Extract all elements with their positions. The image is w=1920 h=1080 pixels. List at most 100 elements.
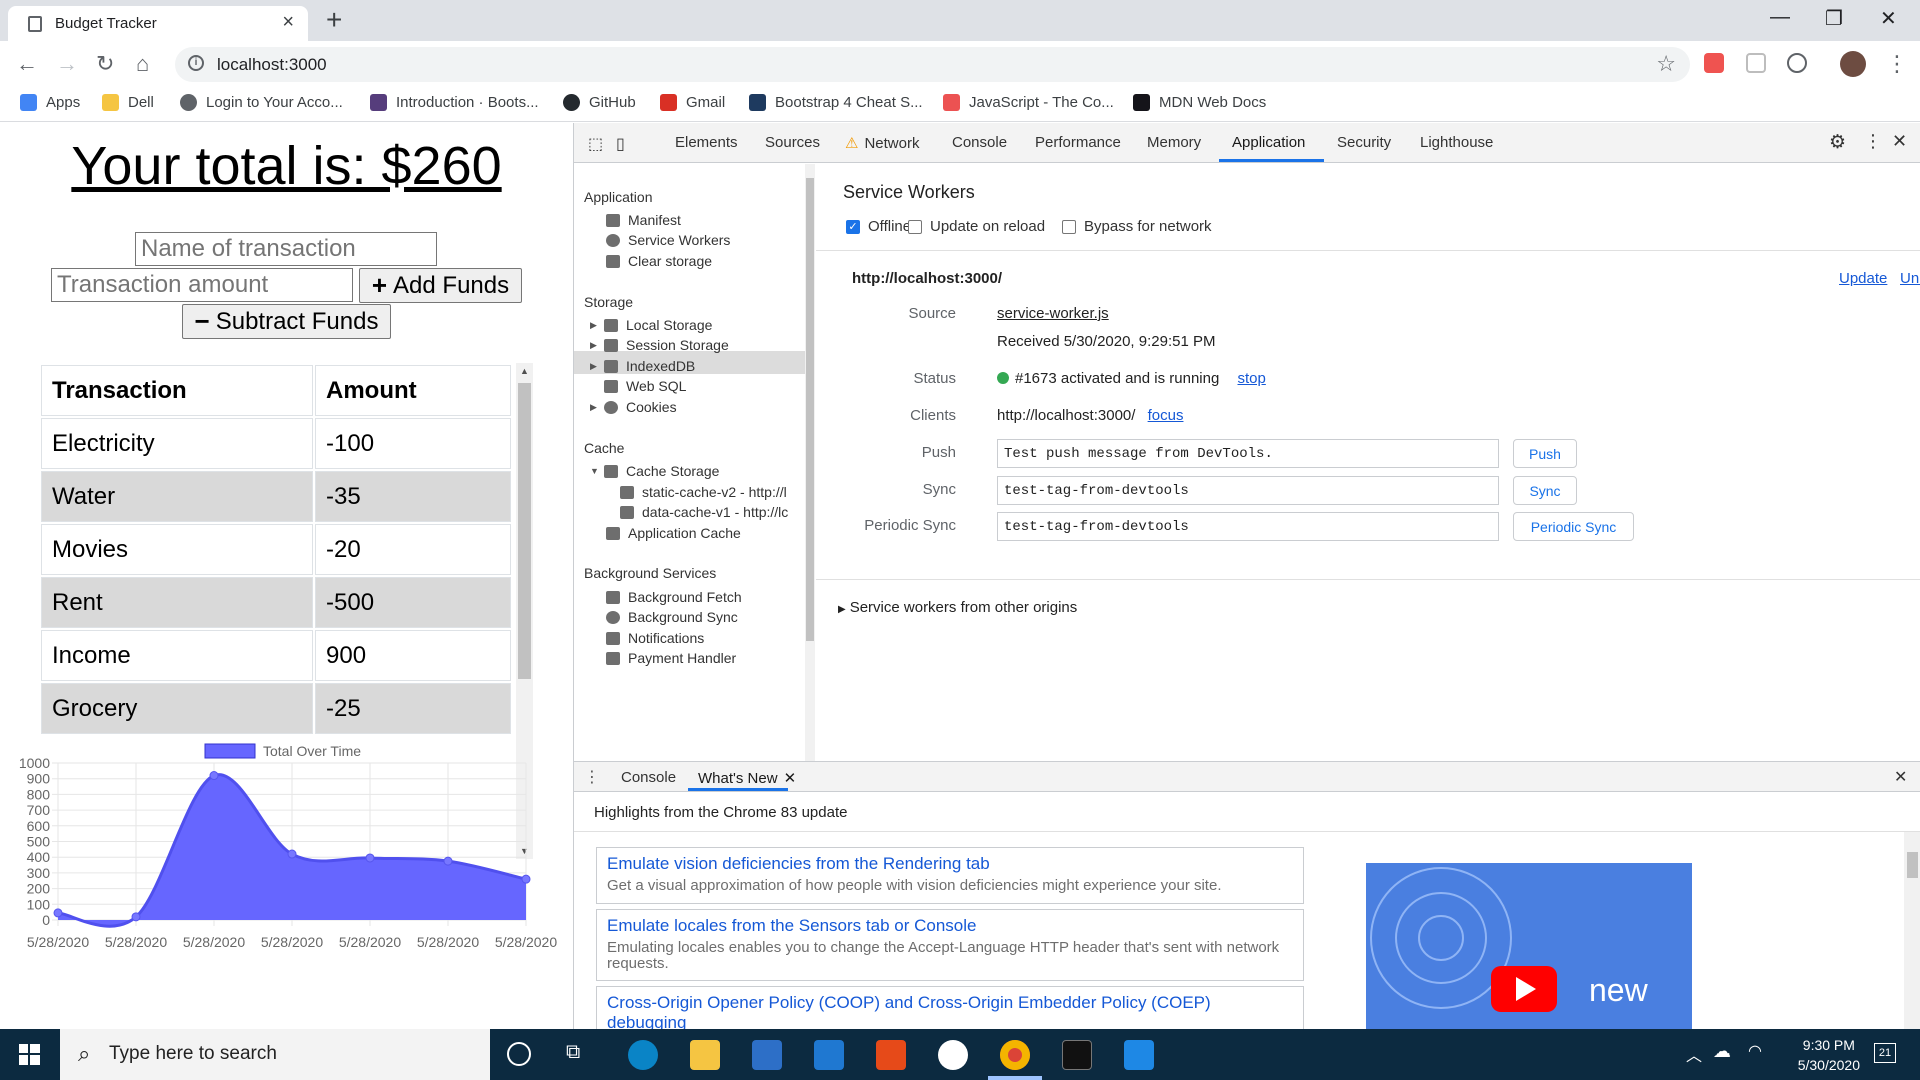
bookmark-javascript[interactable]: JavaScript - The Co... [943, 94, 1114, 111]
bookmark-login[interactable]: Login to Your Acco... [180, 94, 343, 111]
expand-arrow-icon[interactable]: ▶ [590, 402, 598, 413]
devtools-settings-gear-icon[interactable]: ⚙ [1829, 131, 1846, 154]
bookmark-apps[interactable]: Apps [20, 94, 80, 111]
edge-icon[interactable] [628, 1040, 658, 1070]
onedrive-cloud-icon[interactable]: ☁ [1713, 1041, 1731, 1062]
transaction-name-input[interactable] [135, 232, 437, 266]
collapse-arrow-icon[interactable]: ▼ [590, 466, 599, 476]
drawer-tab-whats-new[interactable]: What's New ✕ [698, 769, 796, 787]
whats-new-card[interactable]: Emulate locales from the Sensors tab or … [596, 909, 1304, 981]
close-tab-icon[interactable]: × [282, 11, 294, 34]
device-toolbar-icon[interactable]: ▯ [616, 134, 625, 154]
tab-sources[interactable]: Sources [765, 134, 820, 151]
tab-performance[interactable]: Performance [1035, 134, 1121, 151]
reload-icon[interactable]: ↻ [96, 51, 114, 77]
forward-icon[interactable]: → [56, 51, 78, 77]
other-origins-toggle[interactable]: ▶ Service workers from other origins [838, 599, 1077, 616]
subtract-funds-button[interactable]: − Subtract Funds [182, 304, 391, 339]
chrome-icon[interactable] [1000, 1040, 1030, 1070]
cortana-icon[interactable] [507, 1042, 531, 1066]
devtools-menu-icon[interactable]: ⋮ [1864, 131, 1882, 152]
tab-memory[interactable]: Memory [1147, 134, 1201, 151]
maximize-icon[interactable]: ❐ [1825, 6, 1843, 31]
stop-link[interactable]: stop [1238, 370, 1266, 387]
bookmark-dell[interactable]: Dell [102, 94, 154, 111]
windows-start-icon[interactable] [19, 1044, 40, 1065]
sidebar-vertical-scrollbar[interactable] [805, 164, 815, 761]
tab-console[interactable]: Console [952, 134, 1007, 151]
sidebar-item-application-cache[interactable]: Application Cache [606, 525, 741, 541]
offline-checkbox[interactable]: ✓ Offline [846, 218, 911, 235]
drawer-close-icon[interactable]: ✕ [1894, 767, 1907, 787]
update-link[interactable]: Update [1839, 270, 1887, 287]
whats-new-card[interactable]: Cross-Origin Opener Policy (COOP) and Cr… [596, 986, 1304, 1030]
tab-lighthouse[interactable]: Lighthouse [1420, 134, 1493, 151]
unregister-link[interactable]: Unregister [1900, 270, 1920, 287]
sidebar-item-session-storage[interactable]: ▶ Session Storage [590, 337, 729, 353]
card-title[interactable]: Cross-Origin Opener Policy (COOP) and Cr… [607, 993, 1293, 1029]
whats-new-card[interactable]: Emulate vision deficiencies from the Ren… [596, 847, 1304, 904]
chrome-menu-icon[interactable]: ⋮ [1886, 51, 1908, 77]
focus-link[interactable]: focus [1148, 407, 1184, 424]
office-icon[interactable] [876, 1040, 906, 1070]
avatar[interactable] [1840, 51, 1866, 77]
terminal-icon[interactable] [1062, 1040, 1092, 1070]
tab-application[interactable]: Application [1232, 134, 1305, 151]
show-hidden-icons-icon[interactable]: ︿ [1686, 1042, 1702, 1066]
task-view-icon[interactable]: ⧉ [566, 1041, 580, 1064]
file-explorer-icon[interactable] [690, 1040, 720, 1070]
sidebar-item-notifications[interactable]: Notifications [606, 630, 704, 646]
sidebar-item-indexeddb[interactable]: ▶ IndexedDB [590, 358, 695, 374]
bookmark-star-icon[interactable]: ☆ [1656, 51, 1676, 77]
sidebar-item-service-workers[interactable]: Service Workers [606, 232, 730, 248]
sidebar-item-web-sql[interactable]: Web SQL [604, 378, 686, 394]
bookmark-bootstrap[interactable]: Introduction · Boots... [370, 94, 539, 111]
vscode-icon[interactable] [1124, 1040, 1154, 1070]
site-info-icon[interactable]: i [188, 55, 204, 71]
expand-arrow-icon[interactable]: ▶ [590, 320, 598, 331]
tab-network[interactable]: ⚠ Network [845, 134, 919, 152]
sidebar-item-cookies[interactable]: ▶ Cookies [590, 399, 677, 415]
inspect-element-icon[interactable]: ⬚ [588, 134, 603, 154]
notification-center-icon[interactable]: 21 [1874, 1043, 1896, 1063]
sidebar-item-background-fetch[interactable]: Background Fetch [606, 589, 742, 605]
whats-new-video-thumbnail[interactable]: new [1366, 863, 1692, 1030]
sidebar-item-manifest[interactable]: Manifest [606, 212, 681, 228]
sidebar-item-data-cache[interactable]: data-cache-v1 - http://lc [620, 504, 788, 520]
update-on-reload-checkbox[interactable]: Update on reload [908, 218, 1045, 235]
card-title[interactable]: Emulate vision deficiencies from the Ren… [607, 854, 1293, 874]
close-tab-icon[interactable]: ✕ [784, 770, 797, 787]
sidebar-item-static-cache[interactable]: static-cache-v2 - http://l [620, 484, 787, 500]
bookmark-gmail[interactable]: Gmail [660, 94, 725, 111]
store-icon[interactable] [752, 1040, 782, 1070]
expand-arrow-icon[interactable]: ▶ [590, 361, 598, 372]
card-title[interactable]: Emulate locales from the Sensors tab or … [607, 916, 1293, 936]
home-icon[interactable]: ⌂ [136, 51, 149, 77]
new-tab-icon[interactable]: + [326, 4, 342, 36]
sidebar-item-local-storage[interactable]: ▶ Local Storage [590, 317, 712, 333]
window-close-icon[interactable]: ✕ [1880, 6, 1897, 31]
back-icon[interactable]: ← [16, 51, 38, 77]
sync-button[interactable]: Sync [1513, 476, 1577, 505]
scroll-up-icon[interactable]: ▲ [520, 366, 529, 376]
drawer-scrollbar[interactable] [1904, 832, 1920, 1030]
address-bar[interactable]: i localhost:3000 ☆ [175, 47, 1690, 82]
tab-security[interactable]: Security [1337, 134, 1391, 151]
periodic-sync-tag-input[interactable] [997, 512, 1499, 541]
extension-box-icon[interactable] [1746, 53, 1766, 73]
tab-elements[interactable]: Elements [675, 134, 738, 151]
wifi-icon[interactable]: ◠ [1748, 1041, 1762, 1061]
sidebar-vscroll-thumb[interactable] [806, 178, 814, 641]
bypass-network-checkbox[interactable]: Bypass for network [1062, 218, 1212, 235]
bookmark-github[interactable]: GitHub [563, 94, 636, 111]
bookmark-cheatsheet[interactable]: Bootstrap 4 Cheat S... [749, 94, 923, 111]
sync-tag-input[interactable] [997, 476, 1499, 505]
devtools-close-icon[interactable]: ✕ [1892, 131, 1907, 152]
periodic-sync-button[interactable]: Periodic Sync [1513, 512, 1634, 541]
drawer-tab-console[interactable]: Console [621, 769, 676, 786]
add-funds-button[interactable]: + Add Funds [359, 268, 522, 303]
expand-arrow-icon[interactable]: ▶ [590, 340, 598, 351]
sidebar-item-clear-storage[interactable]: Clear storage [606, 253, 712, 269]
extension-cast-icon[interactable] [1704, 53, 1724, 73]
sidebar-item-payment-handler[interactable]: Payment Handler [606, 650, 736, 666]
